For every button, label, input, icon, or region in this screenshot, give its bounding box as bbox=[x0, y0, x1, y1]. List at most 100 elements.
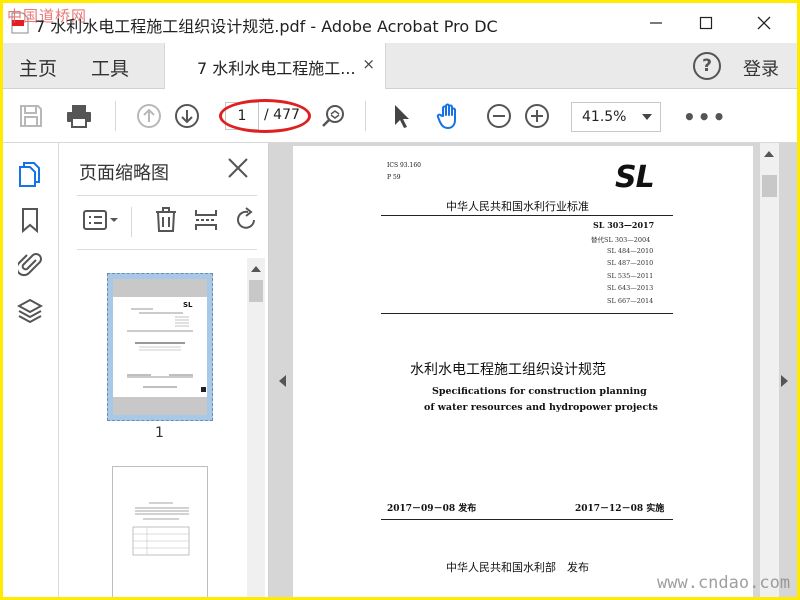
issue-date: 2017－09－08 发布 bbox=[387, 504, 477, 514]
chevron-down-icon bbox=[642, 114, 652, 120]
paperclip-icon bbox=[18, 253, 42, 277]
layers-button[interactable] bbox=[15, 295, 45, 325]
panel-divider bbox=[77, 249, 257, 250]
rotate-pages-button[interactable] bbox=[231, 205, 261, 235]
document-tab-label: 7 水利水电工程施工... bbox=[197, 59, 356, 78]
insert-pages-icon bbox=[195, 210, 217, 230]
page-down-icon bbox=[175, 104, 199, 128]
attachments-button[interactable] bbox=[15, 249, 45, 279]
zoom-marquee-icon bbox=[322, 105, 344, 127]
thumbnail-scrollbar[interactable] bbox=[247, 258, 265, 597]
thumbnail-scroll-thumb[interactable] bbox=[249, 280, 263, 302]
print-button[interactable] bbox=[63, 100, 95, 132]
tab-document[interactable]: 7 水利水电工程施工... × bbox=[164, 43, 386, 89]
login-button[interactable]: 登录 bbox=[743, 55, 779, 81]
document-scroll-thumb[interactable] bbox=[762, 175, 777, 197]
close-window-button[interactable] bbox=[749, 9, 779, 37]
panel-title: 页面缩略图 bbox=[79, 163, 169, 184]
replaces-line: SL 484—2010 bbox=[607, 247, 654, 255]
bookmarks-button[interactable] bbox=[15, 205, 45, 235]
standard-code: SL 303—2017 bbox=[593, 220, 655, 230]
hand-icon bbox=[436, 103, 456, 129]
next-page-button[interactable] bbox=[171, 100, 203, 132]
thumbnail-page-content bbox=[132, 502, 190, 556]
expand-right-panel-icon[interactable] bbox=[781, 375, 788, 387]
insert-pages-button[interactable] bbox=[191, 205, 221, 235]
help-button[interactable]: ? bbox=[693, 52, 721, 80]
close-tab-button[interactable]: × bbox=[362, 55, 375, 73]
window-title: 7 水利水电工程施工组织设计规范.pdf - Adobe Acrobat Pro… bbox=[35, 17, 498, 36]
page-number-highlight bbox=[219, 99, 311, 133]
page-thumbnails-icon bbox=[19, 162, 40, 187]
title-bar: 中国道桥网 7 水利水电工程施工组织设计规范.pdf - Adobe Acrob… bbox=[3, 3, 797, 43]
watermark-bottom: www.cndao.com bbox=[657, 573, 791, 593]
hand-tool-button[interactable] bbox=[433, 100, 465, 132]
bookmark-icon bbox=[22, 208, 38, 233]
previous-page-button[interactable] bbox=[133, 100, 165, 132]
document-scrollbar[interactable] bbox=[760, 143, 779, 597]
panel-divider bbox=[77, 195, 257, 196]
minimize-icon bbox=[650, 22, 662, 24]
more-tools-button[interactable]: ••• bbox=[683, 105, 727, 129]
p-code: P 59 bbox=[387, 174, 401, 181]
standard-title: 中华人民共和国水利行业标准 bbox=[446, 200, 589, 213]
page-thumbnail-label: 1 bbox=[155, 425, 164, 441]
footer-rule bbox=[381, 519, 673, 520]
minimize-button[interactable] bbox=[641, 9, 671, 37]
close-icon bbox=[228, 158, 248, 178]
pdf-page: ICS 93.160 P 59 SL 中华人民共和国水利行业标准 SL 303—… bbox=[293, 146, 753, 597]
zoom-out-icon bbox=[487, 104, 511, 128]
implementation-date: 2017－12－08 实施 bbox=[575, 504, 665, 514]
rotate-icon bbox=[237, 207, 255, 229]
zoom-marquee-button[interactable] bbox=[317, 100, 349, 132]
svg-text:SL: SL bbox=[183, 301, 193, 309]
maximize-icon bbox=[699, 16, 713, 30]
tab-tools[interactable]: 工具 bbox=[91, 54, 129, 81]
document-title-cn: 水利水电工程施工组织设计规范 bbox=[410, 362, 606, 378]
thumbnail-page-content: SL bbox=[113, 279, 207, 415]
page-up-icon bbox=[137, 104, 161, 128]
replaces-line: SL 667—2014 bbox=[607, 297, 654, 305]
close-panel-button[interactable] bbox=[225, 155, 251, 181]
select-arrow-icon bbox=[395, 105, 409, 128]
trash-icon bbox=[156, 207, 176, 232]
maximize-button[interactable] bbox=[691, 9, 721, 37]
zoom-in-button[interactable] bbox=[521, 100, 553, 132]
select-tool-button[interactable] bbox=[385, 100, 417, 132]
save-button[interactable] bbox=[15, 100, 47, 132]
replaces-line: SL 643—2013 bbox=[607, 284, 654, 292]
thumbnail-page-preview: SL bbox=[113, 279, 207, 415]
page-thumbnails-button[interactable] bbox=[15, 159, 45, 189]
panel-tool-divider bbox=[131, 207, 132, 237]
zoom-out-button[interactable] bbox=[483, 100, 515, 132]
acrobat-window: 中国道桥网 7 水利水电工程施工组织设计规范.pdf - Adobe Acrob… bbox=[0, 0, 800, 600]
zoom-value: 41.5% bbox=[582, 109, 627, 125]
toolbar: 1 / 477 41.5% ••• bbox=[3, 89, 797, 143]
options-menu-icon bbox=[83, 210, 118, 230]
navigation-rail bbox=[3, 143, 59, 597]
document-title-en: of water resources and hydropower projec… bbox=[424, 402, 658, 413]
layers-icon bbox=[17, 298, 43, 323]
replaces-line: SL 535—2011 bbox=[607, 272, 654, 280]
scroll-up-icon[interactable] bbox=[251, 266, 261, 272]
page-thumbnail-1[interactable]: SL bbox=[107, 273, 213, 421]
toolbar-divider bbox=[365, 101, 366, 131]
collapse-left-panel-icon[interactable] bbox=[279, 375, 286, 387]
zoom-dropdown[interactable]: 41.5% bbox=[571, 102, 661, 132]
print-icon bbox=[67, 105, 91, 128]
replaces-line: SL 487—2010 bbox=[607, 259, 654, 267]
close-icon bbox=[757, 16, 771, 30]
replaces-line: 替代SL 303—2004 bbox=[591, 236, 651, 244]
scroll-up-icon[interactable] bbox=[764, 151, 774, 157]
delete-pages-button[interactable] bbox=[151, 205, 181, 235]
sl-logo: SL bbox=[615, 160, 655, 195]
thumbnail-options-button[interactable] bbox=[81, 205, 121, 235]
tab-home[interactable]: 主页 bbox=[19, 54, 57, 81]
page-thumbnail-2[interactable] bbox=[112, 466, 208, 597]
header-rule bbox=[381, 215, 673, 216]
save-icon bbox=[20, 105, 42, 127]
publisher: 中华人民共和国水利部 发布 bbox=[446, 561, 589, 574]
thumbnail-panel: 页面缩略图 SL 1 bbox=[59, 143, 269, 597]
tab-bar: 主页 工具 7 水利水电工程施工... × ? 登录 bbox=[3, 43, 797, 89]
header-rule bbox=[381, 313, 673, 314]
